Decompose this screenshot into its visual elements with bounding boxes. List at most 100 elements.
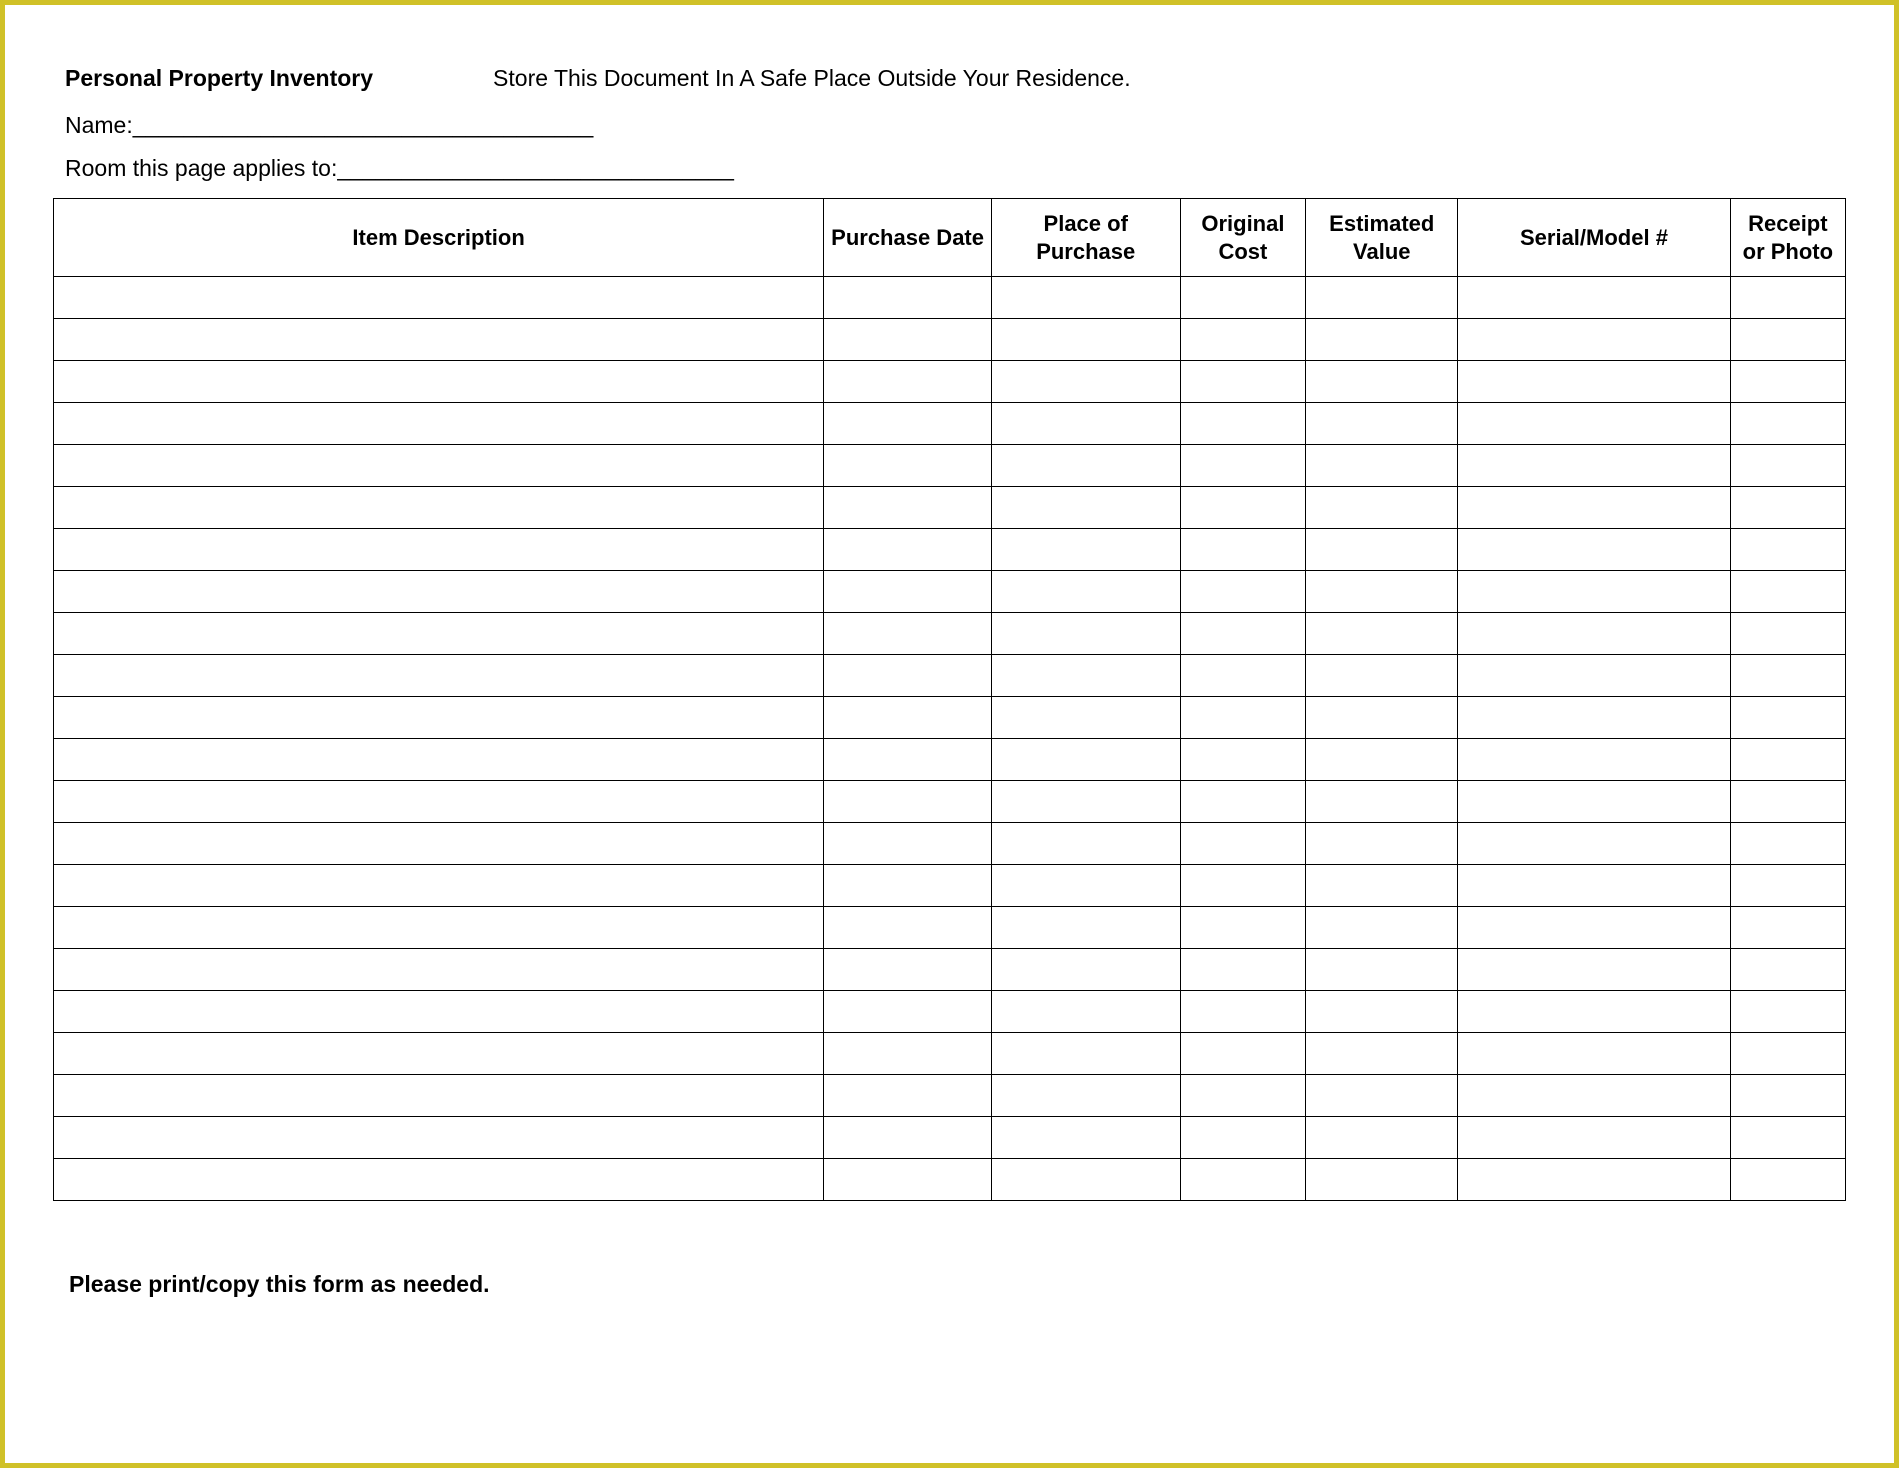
table-cell[interactable] bbox=[54, 487, 824, 529]
table-cell[interactable] bbox=[1458, 865, 1730, 907]
table-cell[interactable] bbox=[1730, 907, 1845, 949]
table-cell[interactable] bbox=[1306, 1033, 1458, 1075]
table-cell[interactable] bbox=[54, 823, 824, 865]
table-cell[interactable] bbox=[1306, 865, 1458, 907]
table-cell[interactable] bbox=[991, 823, 1180, 865]
table-cell[interactable] bbox=[54, 655, 824, 697]
table-cell[interactable] bbox=[1730, 445, 1845, 487]
table-cell[interactable] bbox=[1458, 361, 1730, 403]
table-cell[interactable] bbox=[1730, 739, 1845, 781]
table-cell[interactable] bbox=[54, 865, 824, 907]
table-cell[interactable] bbox=[991, 319, 1180, 361]
table-cell[interactable] bbox=[824, 529, 992, 571]
table-cell[interactable] bbox=[1180, 613, 1306, 655]
table-cell[interactable] bbox=[54, 361, 824, 403]
table-cell[interactable] bbox=[1458, 319, 1730, 361]
table-cell[interactable] bbox=[1306, 319, 1458, 361]
table-cell[interactable] bbox=[1180, 487, 1306, 529]
table-cell[interactable] bbox=[1180, 319, 1306, 361]
table-cell[interactable] bbox=[1180, 949, 1306, 991]
table-cell[interactable] bbox=[1458, 655, 1730, 697]
table-cell[interactable] bbox=[1730, 487, 1845, 529]
table-cell[interactable] bbox=[54, 529, 824, 571]
table-cell[interactable] bbox=[1458, 949, 1730, 991]
table-cell[interactable] bbox=[54, 277, 824, 319]
table-cell[interactable] bbox=[991, 403, 1180, 445]
table-cell[interactable] bbox=[1458, 403, 1730, 445]
table-cell[interactable] bbox=[991, 613, 1180, 655]
table-cell[interactable] bbox=[1458, 739, 1730, 781]
table-cell[interactable] bbox=[1730, 319, 1845, 361]
table-cell[interactable] bbox=[991, 1159, 1180, 1201]
table-cell[interactable] bbox=[54, 1117, 824, 1159]
table-cell[interactable] bbox=[991, 445, 1180, 487]
table-cell[interactable] bbox=[54, 1075, 824, 1117]
table-cell[interactable] bbox=[1730, 1075, 1845, 1117]
table-cell[interactable] bbox=[1306, 403, 1458, 445]
table-cell[interactable] bbox=[991, 991, 1180, 1033]
table-cell[interactable] bbox=[54, 319, 824, 361]
table-cell[interactable] bbox=[1730, 571, 1845, 613]
table-cell[interactable] bbox=[1458, 529, 1730, 571]
table-cell[interactable] bbox=[824, 361, 992, 403]
table-cell[interactable] bbox=[1306, 949, 1458, 991]
table-cell[interactable] bbox=[824, 697, 992, 739]
table-cell[interactable] bbox=[1306, 655, 1458, 697]
table-cell[interactable] bbox=[1180, 445, 1306, 487]
table-cell[interactable] bbox=[991, 781, 1180, 823]
table-cell[interactable] bbox=[991, 865, 1180, 907]
table-cell[interactable] bbox=[991, 487, 1180, 529]
table-cell[interactable] bbox=[1730, 823, 1845, 865]
table-cell[interactable] bbox=[1306, 277, 1458, 319]
table-cell[interactable] bbox=[1730, 655, 1845, 697]
table-cell[interactable] bbox=[991, 739, 1180, 781]
table-cell[interactable] bbox=[1730, 613, 1845, 655]
table-cell[interactable] bbox=[824, 1033, 992, 1075]
table-cell[interactable] bbox=[1730, 865, 1845, 907]
table-cell[interactable] bbox=[1458, 1033, 1730, 1075]
table-cell[interactable] bbox=[824, 403, 992, 445]
table-cell[interactable] bbox=[54, 949, 824, 991]
table-cell[interactable] bbox=[991, 1117, 1180, 1159]
table-cell[interactable] bbox=[1306, 613, 1458, 655]
table-cell[interactable] bbox=[1180, 991, 1306, 1033]
table-cell[interactable] bbox=[1458, 1159, 1730, 1201]
table-cell[interactable] bbox=[1306, 487, 1458, 529]
table-cell[interactable] bbox=[1458, 613, 1730, 655]
table-cell[interactable] bbox=[824, 445, 992, 487]
table-cell[interactable] bbox=[824, 781, 992, 823]
table-cell[interactable] bbox=[1306, 571, 1458, 613]
table-cell[interactable] bbox=[1458, 991, 1730, 1033]
table-cell[interactable] bbox=[1180, 697, 1306, 739]
table-cell[interactable] bbox=[1730, 1159, 1845, 1201]
table-cell[interactable] bbox=[1306, 907, 1458, 949]
table-cell[interactable] bbox=[991, 361, 1180, 403]
table-cell[interactable] bbox=[824, 991, 992, 1033]
table-cell[interactable] bbox=[54, 781, 824, 823]
table-cell[interactable] bbox=[54, 1033, 824, 1075]
table-cell[interactable] bbox=[1730, 697, 1845, 739]
table-cell[interactable] bbox=[991, 655, 1180, 697]
table-cell[interactable] bbox=[991, 277, 1180, 319]
room-blank-line[interactable]: _______________________________ bbox=[337, 155, 734, 181]
table-cell[interactable] bbox=[824, 655, 992, 697]
table-cell[interactable] bbox=[1306, 361, 1458, 403]
table-cell[interactable] bbox=[1730, 1033, 1845, 1075]
table-cell[interactable] bbox=[1180, 865, 1306, 907]
table-cell[interactable] bbox=[824, 277, 992, 319]
table-cell[interactable] bbox=[824, 949, 992, 991]
table-cell[interactable] bbox=[54, 697, 824, 739]
table-cell[interactable] bbox=[1306, 529, 1458, 571]
table-cell[interactable] bbox=[824, 823, 992, 865]
table-cell[interactable] bbox=[1458, 781, 1730, 823]
table-cell[interactable] bbox=[54, 907, 824, 949]
table-cell[interactable] bbox=[824, 907, 992, 949]
table-cell[interactable] bbox=[1458, 277, 1730, 319]
table-cell[interactable] bbox=[1180, 277, 1306, 319]
table-cell[interactable] bbox=[1180, 823, 1306, 865]
table-cell[interactable] bbox=[1730, 529, 1845, 571]
table-cell[interactable] bbox=[1306, 1075, 1458, 1117]
table-cell[interactable] bbox=[824, 1117, 992, 1159]
table-cell[interactable] bbox=[1180, 655, 1306, 697]
table-cell[interactable] bbox=[1730, 1117, 1845, 1159]
